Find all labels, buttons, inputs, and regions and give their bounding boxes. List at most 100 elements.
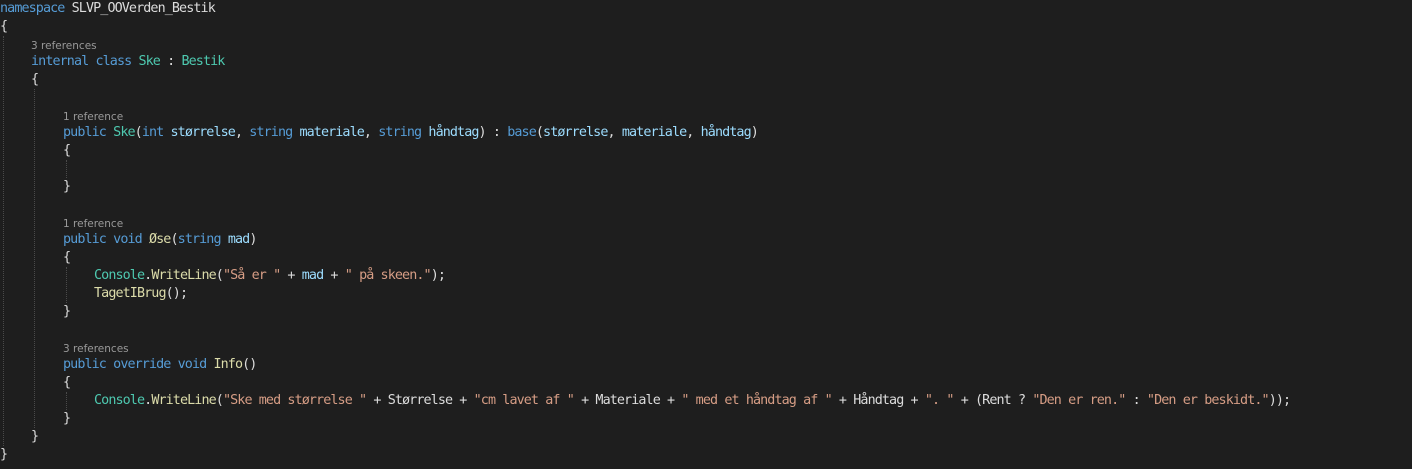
code-token-plain: { (31, 72, 39, 87)
code-token-parameter: materiale (621, 125, 687, 140)
code-token-parameter: håndtag (428, 125, 479, 140)
code-line[interactable]: } (63, 303, 71, 321)
code-token-plain: } (63, 179, 71, 194)
code-token-plain: ) (249, 232, 257, 247)
code-token-plain: + (280, 268, 302, 283)
code-token-plain: ) (750, 125, 759, 140)
code-token-plain: + Størrelse + (366, 393, 474, 408)
code-token-string: "Den er beskidt." (1146, 393, 1270, 408)
code-line[interactable]: Console.WriteLine("Så er " + mad + " på … (94, 267, 446, 285)
code-token-plain: SLVP_OOVerden_Bestik (64, 1, 216, 16)
code-token-keyword: public (63, 232, 107, 247)
codelens-references-link[interactable]: 1 reference (63, 110, 123, 124)
code-line[interactable]: public void Øse(string mad) (63, 231, 257, 249)
code-token-keyword: string (378, 125, 422, 140)
code-token-plain: { (63, 250, 71, 265)
code-line[interactable]: { (63, 142, 71, 160)
code-line[interactable]: internal class Ske : Bestik (31, 53, 225, 71)
code-token-string: "Ske med størrelse " (222, 393, 367, 408)
code-line[interactable]: { (63, 249, 71, 267)
code-token-method: WriteLine (151, 393, 216, 408)
code-token-string: " med et håndtag af " (681, 393, 832, 408)
code-token-plain: , (607, 125, 622, 140)
code-token-plain: ( (535, 125, 544, 140)
code-token-string: "Så er " (222, 268, 281, 283)
indent-guide (66, 267, 67, 303)
codelens-references-link[interactable]: 3 references (63, 342, 129, 356)
code-token-keyword: public (63, 125, 107, 140)
code-token-keyword: base (507, 125, 537, 140)
code-line[interactable]: } (31, 428, 39, 446)
code-token-type: Console (94, 268, 145, 283)
code-line[interactable]: { (63, 374, 71, 392)
code-token-string: " på skeen." (344, 268, 432, 283)
code-token-keyword: string (249, 125, 293, 140)
code-token-plain: , (234, 125, 250, 140)
code-token-plain: ) : (478, 125, 508, 140)
code-token-plain: } (63, 411, 71, 426)
indent-guide (34, 89, 35, 428)
code-token-type: Ske (138, 54, 160, 69)
code-token-method: WriteLine (151, 268, 216, 283)
code-token-parameter: mad (301, 268, 324, 283)
code-token-plain: )); (1268, 393, 1291, 408)
code-line[interactable]: } (63, 178, 71, 196)
code-token-keyword: internal (31, 54, 89, 69)
code-token-plain: + Materiale + (573, 393, 682, 408)
code-line[interactable]: } (63, 410, 71, 428)
code-token-method: Info (213, 357, 243, 372)
code-editor[interactable]: namespace SLVP_OOVerden_Bestik{3 referen… (0, 0, 1412, 469)
code-token-plain: : (1125, 393, 1147, 408)
code-token-parameter: mad (227, 232, 250, 247)
code-line[interactable]: { (31, 71, 39, 89)
code-token-string: ". " (924, 393, 955, 408)
code-token-type: Ske (113, 125, 135, 140)
code-line[interactable]: public Ske ( int størrelse, string materia… (63, 124, 759, 142)
code-token-string: "cm lavet af " (473, 393, 575, 408)
code-token-plain: , (363, 125, 379, 140)
codelens-references-link[interactable]: 3 references (31, 39, 97, 53)
code-token-parameter: håndtag (700, 125, 752, 140)
code-token-plain: + (323, 268, 345, 283)
code-token-keyword: void (177, 357, 208, 372)
code-line[interactable]: public override void Info() (63, 356, 257, 374)
code-token-plain: { (63, 143, 71, 158)
code-token-type: Bestik (181, 54, 225, 69)
code-token-plain: ); (430, 268, 446, 283)
code-token-method: Øse (148, 232, 171, 247)
code-token-plain: ( (170, 232, 178, 247)
indent-guide (3, 36, 4, 446)
code-token-keyword: class (95, 54, 132, 69)
code-token-plain: () (242, 357, 257, 372)
code-token-keyword: public (63, 357, 107, 372)
codelens-references-link[interactable]: 1 reference (63, 217, 123, 231)
code-line[interactable]: } (0, 446, 8, 464)
code-line[interactable]: TagetIBrug(); (94, 285, 188, 303)
code-token-plain: { (63, 375, 71, 390)
code-token-keyword: override (113, 357, 171, 372)
indent-guide (66, 392, 67, 410)
code-token-keyword: void (113, 232, 143, 247)
code-token-plain: (); (165, 286, 188, 301)
code-token-type: Console (94, 393, 145, 408)
code-token-plain: , (686, 125, 701, 140)
code-line[interactable]: { (0, 18, 8, 36)
code-line[interactable]: namespace SLVP_OOVerden_Bestik (0, 0, 216, 18)
code-token-string: "Den er ren." (1032, 393, 1126, 408)
code-token-keyword: int (141, 125, 164, 140)
indent-guide (66, 160, 67, 178)
code-token-plain: } (31, 429, 39, 444)
code-line[interactable]: Console.WriteLine("Ske med størrelse " +… (94, 392, 1291, 410)
code-token-plain: ( (215, 268, 224, 283)
code-token-method: TagetIBrug (94, 286, 167, 301)
code-token-parameter: størrelse (170, 125, 236, 140)
code-token-plain: ( (215, 393, 224, 408)
code-token-plain: { (0, 19, 8, 34)
code-token-parameter: materiale (299, 125, 364, 140)
code-token-parameter: størrelse (543, 125, 608, 140)
code-token-keyword: string (177, 232, 222, 247)
